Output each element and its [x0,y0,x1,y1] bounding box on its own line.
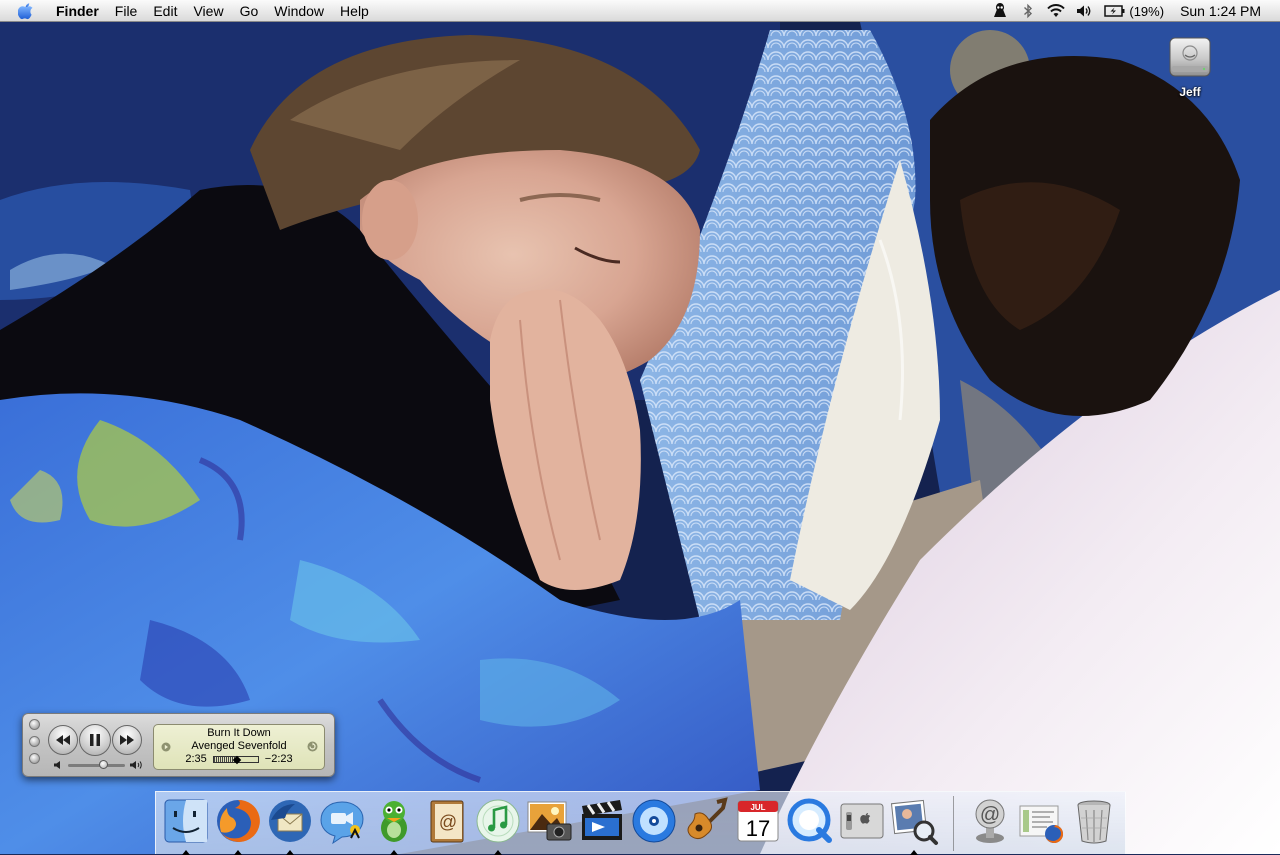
running-indicator [182,850,190,855]
desktop-icon-label: Jeff [1179,85,1201,99]
progress-bar[interactable] [212,755,259,765]
ical-icon: JUL 17 [737,800,779,842]
svg-text:@: @ [439,812,457,832]
battery-icon [1104,5,1125,17]
bluetooth-icon[interactable] [1018,0,1038,22]
song-artist: Avenged Sevenfold [191,740,287,752]
zoom-button[interactable] [29,753,40,764]
volume-icon[interactable] [1074,0,1094,22]
address-book-icon: @ [430,800,464,843]
dock-itunes[interactable] [473,796,523,855]
pause-button[interactable] [79,724,111,756]
dock-finder[interactable] [161,796,211,855]
menu-go[interactable]: Go [232,0,267,22]
dock-mail-server[interactable]: @ [965,796,1015,850]
dock-ichat[interactable] [317,796,367,850]
dock-system-preferences[interactable] [837,796,887,850]
elapsed-time: 2:35 [185,753,207,765]
trash-icon [1077,800,1111,844]
mail-server-icon: @ [975,799,1005,843]
now-playing-display: Burn It Down Avenged Sevenfold 2:35 −2:2… [153,724,325,770]
iphoto-icon [527,801,572,841]
wifi-icon[interactable] [1046,0,1066,22]
dock-iphoto[interactable] [525,796,575,850]
menu-edit[interactable]: Edit [145,0,185,22]
menu-help[interactable]: Help [332,0,377,22]
window-controls [29,719,41,770]
minimize-button[interactable] [29,736,40,747]
dock-idvd[interactable] [629,796,679,850]
song-title: Burn It Down [207,727,271,739]
dock-garageband[interactable] [681,796,731,850]
fast-forward-icon [120,735,134,745]
ical-day: 17 [746,816,770,841]
spy-icon[interactable] [990,0,1010,22]
previous-track-button[interactable] [48,725,78,755]
menu-bar: Finder File Edit View Go Window Help (19… [0,0,1280,22]
idvd-icon [632,799,676,843]
dock-adium[interactable] [369,796,419,855]
hard-drive-icon [1168,34,1212,80]
menu-file[interactable]: File [107,0,146,22]
snapback-play-icon[interactable] [161,742,171,755]
imovie-icon [582,800,622,840]
pause-icon [90,734,100,746]
volume-high-icon [130,761,142,769]
running-indicator [286,850,294,855]
volume-slider[interactable] [53,759,143,771]
dock: @ JUL 17 @ [155,791,1126,855]
menu-view[interactable]: View [185,0,231,22]
snapback-icon[interactable] [307,741,318,755]
volume-track[interactable] [68,759,125,769]
garageband-icon [687,797,728,840]
dock-trash[interactable] [1069,796,1119,850]
dock-quicktime[interactable] [785,796,835,850]
dock-ical[interactable]: JUL 17 [733,796,783,850]
remaining-time: −2:23 [264,753,293,765]
running-indicator [234,850,242,855]
dock-address-book[interactable]: @ [421,796,471,850]
menu-clock[interactable]: Sun 1:24 PM [1180,3,1261,19]
running-indicator [910,850,918,855]
volume-low-icon [54,761,60,769]
ichat-icon [320,801,364,845]
running-indicator [494,850,502,855]
menu-window[interactable]: Window [266,0,332,22]
running-indicator [390,850,398,855]
dock-imovie[interactable] [577,796,627,850]
dock-preview[interactable] [889,796,939,855]
battery-percent: (19%) [1129,3,1165,19]
firefox-icon [217,799,260,842]
rewind-icon [56,735,70,745]
itunes-icon [476,799,520,843]
dock-thunderbird[interactable] [265,796,315,855]
ical-month: JUL [750,803,765,812]
thunderbird-icon [269,800,311,842]
preview-icon [890,799,938,845]
dock-downloads[interactable] [1017,796,1067,850]
next-track-button[interactable] [112,725,142,755]
firefox-downloads-icon [1019,805,1064,843]
system-preferences-icon [840,803,884,839]
desktop-icon-hard-drive[interactable]: Jeff [1160,34,1220,99]
menu-app-name[interactable]: Finder [46,0,107,22]
quicktime-icon [787,798,832,843]
battery-status[interactable]: (19%) [1104,4,1164,19]
dock-separator [953,796,954,851]
finder-icon [164,799,208,843]
close-button[interactable] [29,719,40,730]
adium-icon [381,801,407,842]
svg-text:@: @ [980,804,1000,826]
itunes-mini-player[interactable]: Burn It Down Avenged Sevenfold 2:35 −2:2… [22,713,335,777]
volume-knob[interactable] [99,759,109,769]
apple-menu-icon[interactable] [18,2,36,20]
dock-firefox[interactable] [213,796,263,855]
